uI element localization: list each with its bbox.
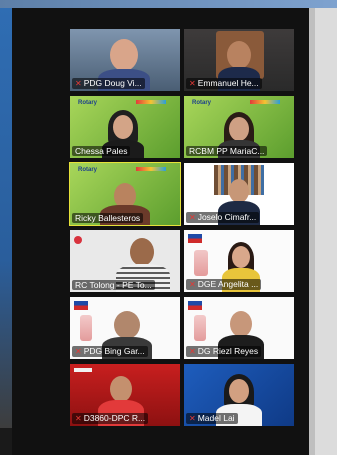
mic-muted-icon: ✕: [75, 79, 82, 88]
mic-muted-icon: ✕: [75, 347, 82, 356]
participant-face: [130, 238, 154, 266]
participant-tile-7[interactable]: RC Tolong - PE To...: [70, 230, 180, 292]
participant-name: ✕ PDG Bing Gar...: [72, 346, 148, 357]
participant-tile-9[interactable]: ✕ PDG Bing Gar...: [70, 297, 180, 359]
desktop-background-top: [0, 0, 337, 8]
mic-muted-icon: ✕: [189, 347, 196, 356]
desktop-background-right: [315, 8, 337, 455]
participant-name: ✕ DG Riezl Reyes: [186, 346, 262, 357]
flag-icon: [188, 301, 202, 310]
decor-figure: [194, 250, 208, 276]
participant-name: RC Tolong - PE To...: [72, 280, 155, 290]
participant-name: Ricky Ballesteros: [72, 213, 144, 223]
participant-tile-12[interactable]: ✕ Madel Lai: [184, 364, 294, 426]
participant-tile-8[interactable]: ✕ DGE Angelita ...: [184, 230, 294, 292]
participant-tile-1[interactable]: ✕ PDG Doug Vi...: [70, 29, 180, 91]
participant-tile-2[interactable]: ✕ Emmanuel He...: [184, 29, 294, 91]
participant-tile-4[interactable]: Rotary RCBM PP MariaC...: [184, 96, 294, 158]
participant-name: ✕ DGE Angelita ...: [186, 279, 262, 290]
desktop-background-left: [0, 8, 12, 428]
participant-name: ✕ Emmanuel He...: [186, 78, 262, 89]
participant-face: [110, 376, 132, 402]
decor-figure: [194, 315, 206, 341]
participant-tile-10[interactable]: ✕ DG Riezl Reyes: [184, 297, 294, 359]
participant-tile-3[interactable]: Rotary Chessa Pales: [70, 96, 180, 158]
participant-name: Chessa Pales: [72, 146, 131, 156]
logo-badge: [74, 236, 82, 244]
participant-name: ✕ Madel Lai: [186, 413, 238, 424]
rotary-logo: Rotary: [78, 100, 98, 106]
mic-muted-icon: ✕: [189, 414, 196, 423]
participant-face-front: [113, 115, 133, 139]
flag-icon: [74, 301, 88, 310]
rotary-logo: Rotary: [78, 167, 98, 173]
banner-stripe: [250, 100, 280, 104]
participant-name: ✕ Joselo Cimafr...: [186, 212, 260, 223]
participant-face: [229, 379, 249, 403]
video-conference-gallery: ✕ PDG Doug Vi... ✕ Emmanuel He... Rotary C…: [12, 8, 309, 455]
mic-muted-icon: ✕: [189, 79, 196, 88]
participant-face: [227, 41, 251, 69]
participant-face: [232, 246, 250, 268]
decor-figure: [80, 315, 92, 341]
participant-tile-5[interactable]: Rotary Ricky Ballesteros: [69, 162, 181, 226]
banner-stripe: [136, 100, 166, 104]
rotary-logo: Rotary: [192, 100, 212, 106]
participant-face: [229, 117, 249, 141]
banner-text-bar: [74, 368, 92, 372]
participant-face: [229, 179, 249, 203]
participant-face: [110, 39, 138, 71]
participant-name: RCBM PP MariaC...: [186, 146, 268, 156]
mic-muted-icon: ✕: [75, 414, 82, 423]
participant-tile-11[interactable]: ✕ D3860-DPC R...: [70, 364, 180, 426]
participant-face: [230, 311, 252, 337]
banner-stripe: [136, 167, 166, 171]
mic-muted-icon: ✕: [189, 213, 196, 222]
flag-icon: [188, 234, 202, 243]
participant-tile-6[interactable]: ✕ Joselo Cimafr...: [184, 163, 294, 225]
participant-name: ✕ D3860-DPC R...: [72, 413, 149, 424]
participant-name: ✕ PDG Doug Vi...: [72, 78, 145, 89]
mic-muted-icon: ✕: [189, 280, 196, 289]
participant-face: [114, 311, 140, 339]
